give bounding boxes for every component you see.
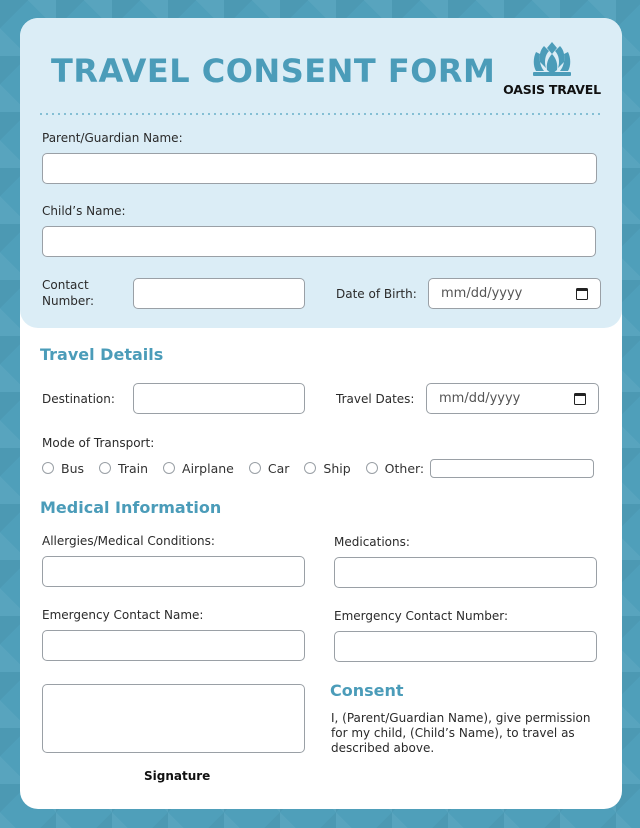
child-name-label: Child’s Name:: [42, 204, 126, 218]
contact-number-input[interactable]: [133, 278, 305, 309]
travel-dates-label: Travel Dates:: [336, 392, 415, 406]
radio-button[interactable]: [365, 462, 378, 474]
dotted-divider: [38, 113, 602, 115]
calendar-icon[interactable]: [574, 392, 586, 405]
radio-label: Bus: [61, 460, 85, 476]
transport-radio-group: Bus Train Airplane Car Ship Other:: [42, 458, 595, 478]
transport-option-ship[interactable]: Ship: [304, 460, 351, 476]
medications-label: Medications:: [334, 535, 410, 549]
emergency-number-input[interactable]: [334, 631, 597, 662]
allergies-input[interactable]: [42, 556, 305, 587]
radio-button[interactable]: [99, 462, 112, 474]
signature-box[interactable]: [42, 684, 305, 753]
travel-details-heading: Travel Details: [40, 345, 164, 364]
contact-number-label: Contact Number:: [42, 277, 94, 309]
calendar-icon[interactable]: [576, 287, 588, 300]
brand-name: OASIS TRAVEL: [503, 82, 601, 97]
travel-dates-input[interactable]: mm/dd/yyyy: [426, 383, 599, 414]
transport-option-train[interactable]: Train: [99, 461, 148, 476]
transport-other-input[interactable]: [430, 458, 595, 478]
dob-placeholder: mm/dd/yyyy: [441, 286, 523, 301]
allergies-label: Allergies/Medical Conditions:: [42, 534, 215, 548]
contact-number-label-line2: Number:: [42, 294, 95, 308]
emergency-name-input[interactable]: [42, 630, 305, 661]
dob-date-input[interactable]: mm/dd/yyyy: [428, 278, 601, 309]
travel-dates-placeholder: mm/dd/yyyy: [439, 391, 521, 406]
consent-heading: Consent: [330, 681, 404, 700]
transport-option-bus[interactable]: Bus: [42, 461, 84, 476]
child-name-input[interactable]: [42, 226, 596, 257]
radio-label: Car: [267, 460, 290, 476]
lotus-icon: [533, 42, 571, 76]
radio-button[interactable]: [304, 462, 317, 474]
radio-label: Train: [118, 460, 149, 476]
transport-option-car[interactable]: Car: [248, 460, 290, 476]
transport-option-airplane[interactable]: Airplane: [163, 461, 234, 476]
medications-input[interactable]: [334, 557, 597, 588]
medical-info-heading: Medical Information: [40, 498, 222, 517]
destination-label: Destination:: [42, 392, 115, 406]
emergency-number-label: Emergency Contact Number:: [334, 609, 509, 623]
radio-button[interactable]: [248, 462, 261, 474]
contact-number-label-line1: Contact: [42, 278, 89, 292]
radio-button[interactable]: [163, 462, 176, 474]
signature-label: Signature: [144, 769, 211, 783]
transport-label: Mode of Transport:: [42, 436, 155, 450]
radio-label: Other:: [384, 460, 425, 476]
transport-option-other[interactable]: Other:: [365, 460, 425, 476]
emergency-name-label: Emergency Contact Name:: [42, 608, 204, 622]
form-card: TRAVEL CONSENT FORM OASIS TRAVEL Parent/…: [20, 18, 622, 809]
destination-input[interactable]: [133, 383, 305, 414]
radio-label: Ship: [323, 460, 351, 476]
dob-label: Date of Birth:: [336, 287, 417, 301]
radio-label: Airplane: [182, 460, 234, 476]
brand-logo: OASIS TRAVEL: [502, 40, 602, 100]
consent-statement: I, (Parent/Guardian Name), give permissi…: [331, 711, 591, 755]
form-title: TRAVEL CONSENT FORM: [51, 52, 496, 90]
parent-name-label: Parent/Guardian Name:: [42, 131, 183, 145]
parent-name-input[interactable]: [42, 153, 597, 184]
radio-button[interactable]: [42, 462, 54, 474]
